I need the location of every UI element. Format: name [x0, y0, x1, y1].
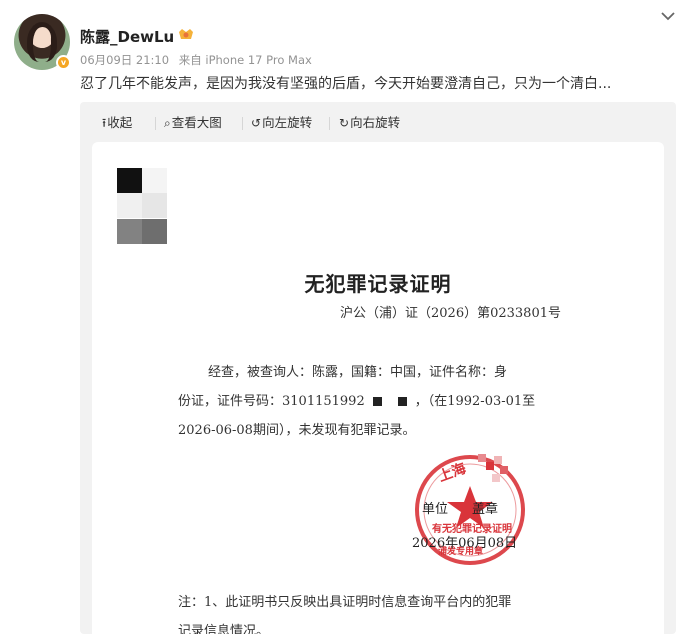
certificate-number: 沪公（浦）证（2026）第0233801号	[340, 306, 561, 321]
id-prefix: 份证，证件号码：3101151992	[178, 394, 365, 409]
rotate-right-icon: ↻	[339, 116, 350, 130]
post-text: 忍了几年不能发声，是因为我没有坚强的后盾，今天开始要澄清自己，只为一个清白...	[80, 76, 612, 92]
redaction-mark	[397, 397, 407, 406]
rotate-left-icon: ↺	[251, 116, 262, 130]
seal-date: 2026年06月08日	[412, 536, 518, 551]
certificate-note: 注：1、此证明书只反映出具证明时信息查询平台内的犯罪 记录信息情况。	[178, 588, 618, 634]
period-text: ，（在1992-03-01至	[414, 394, 536, 409]
post-header: v 陈露_DewLu 06月09日 21:10 来自 iPhone 17 Pro…	[0, 0, 685, 100]
collapse-label: 收起	[107, 115, 133, 130]
post-meta: 06月09日 21:10 来自 iPhone 17 Pro Max	[80, 52, 318, 68]
seal-pixel	[478, 454, 486, 462]
redacted-qr-code	[117, 168, 167, 244]
view-large-button[interactable]: ⌕查看大图	[164, 114, 222, 132]
post-date[interactable]: 06月09日 21:10	[80, 53, 169, 67]
rotate-left-button[interactable]: ↺向左旋转	[251, 114, 312, 132]
username[interactable]: 陈露_DewLu	[80, 26, 174, 47]
rotate-right-label: 向右旋转	[350, 115, 401, 130]
body-line: 经查，被查询人：陈露，国籍：中国，证件名称：身	[208, 365, 508, 380]
body-line: 2026-06-08期间），未发现有犯罪记录。	[178, 423, 416, 438]
rotate-left-label: 向左旋转	[262, 115, 313, 130]
verified-badge-icon: v	[56, 55, 71, 70]
certificate-body: 经查，被查询人：陈露，国籍：中国，证件名称：身 份证，证件号码：31011519…	[178, 358, 598, 445]
seal-pixel	[486, 462, 494, 470]
media-viewer: ⭱收起 ⌕查看大图 ↺向左旋转 ↻向右旋转 无犯罪记录证明 沪公（浦）证（202…	[80, 102, 676, 634]
seal-pixel	[500, 466, 508, 474]
collapse-button[interactable]: ⭱收起	[102, 114, 132, 132]
note-line: 记录信息情况。	[178, 624, 270, 634]
toolbar-divider	[242, 117, 243, 130]
toolbar-divider	[329, 117, 330, 130]
media-toolbar: ⭱收起 ⌕查看大图 ↺向左旋转 ↻向右旋转	[80, 102, 676, 142]
arrow-up-icon: ⭱	[102, 116, 107, 130]
rotate-right-button[interactable]: ↻向右旋转	[339, 114, 400, 132]
redaction-mark	[372, 397, 382, 406]
body-line: 份证，证件号码：3101151992 ，（在1992-03-01至	[178, 387, 598, 416]
note-line: 注：1、此证明书只反映出具证明时信息查询平台内的犯罪	[178, 595, 512, 610]
seal-stamp-label: 盖章	[472, 502, 499, 517]
post-source: 来自 iPhone 17 Pro Max	[178, 53, 312, 67]
certificate-image[interactable]: 无犯罪记录证明 沪公（浦）证（2026）第0233801号 经查，被查询人：陈露…	[92, 142, 664, 634]
view-large-label: 查看大图	[171, 115, 222, 130]
fan-badge-icon[interactable]	[177, 26, 195, 43]
seal-unit-label: 单位	[422, 502, 449, 517]
chevron-down-icon[interactable]	[660, 10, 676, 22]
official-seal: 上海 单位 盖章 有无犯罪记录证明 浦发专用章 2026年06月08日	[412, 452, 528, 568]
avatar-face	[34, 27, 51, 48]
certificate-title: 无犯罪记录证明	[304, 272, 452, 296]
seal-pixel	[492, 474, 500, 482]
seal-pixel	[494, 456, 502, 464]
magnifier-icon: ⌕	[164, 116, 171, 130]
toolbar-divider	[155, 117, 156, 130]
